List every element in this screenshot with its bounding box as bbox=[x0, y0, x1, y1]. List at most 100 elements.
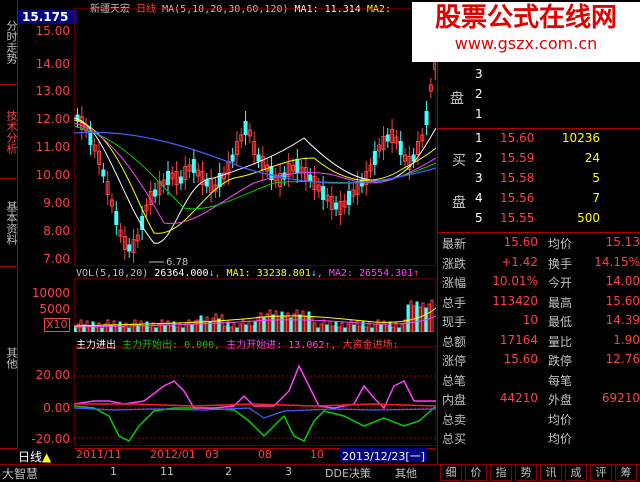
quote-label: 现手 bbox=[442, 315, 467, 329]
quote-label: 内盘 bbox=[442, 393, 467, 407]
volume-bar bbox=[421, 302, 425, 332]
buy-row-no: 1 bbox=[475, 131, 483, 145]
right-tab[interactable]: 筹 bbox=[615, 464, 637, 481]
price-axis-label: 14.00 bbox=[35, 57, 70, 71]
volume-bar bbox=[100, 327, 104, 332]
bottom-tab-other[interactable]: 其他 bbox=[395, 465, 417, 481]
quote-value: 44210 bbox=[499, 391, 538, 405]
volume-bar bbox=[280, 311, 284, 332]
tab-other[interactable]: 其他 bbox=[0, 268, 18, 449]
right-tab[interactable]: 指 bbox=[490, 464, 512, 481]
candle-body bbox=[127, 244, 132, 252]
quote-label: 总买 bbox=[442, 432, 467, 446]
volume-bar bbox=[148, 326, 152, 332]
quote-value: 1.90 bbox=[613, 332, 640, 347]
candle-body bbox=[204, 179, 209, 187]
volume-bar bbox=[328, 320, 332, 332]
price-axis-label: 8.00 bbox=[43, 224, 70, 238]
right-tab[interactable]: 价 bbox=[465, 464, 487, 481]
volume-bar bbox=[94, 326, 98, 332]
candle-body bbox=[321, 186, 326, 200]
volume-chart[interactable] bbox=[74, 278, 436, 332]
volume-bar bbox=[226, 321, 230, 332]
volume-bar bbox=[292, 313, 296, 332]
tab-basic-info[interactable]: 基本资料 bbox=[0, 180, 18, 267]
candle-body bbox=[178, 176, 183, 184]
ind-axis-0: 0.00 bbox=[43, 401, 70, 415]
volume-bar bbox=[310, 316, 314, 332]
bottom-tab-dde[interactable]: DDE决策 bbox=[325, 465, 371, 481]
volume-bar bbox=[427, 303, 431, 332]
indicator-chart[interactable] bbox=[74, 346, 436, 446]
quote-label: 每笔 bbox=[548, 373, 573, 388]
quote-value: 15.60 bbox=[503, 352, 538, 366]
price-axis-label: 7.00 bbox=[43, 252, 70, 266]
quote-label: 总卖 bbox=[442, 412, 467, 427]
tab-intraday[interactable]: 分时走势 bbox=[0, 0, 18, 85]
volume-bar bbox=[181, 327, 185, 332]
vol-axis-10000: 10000 bbox=[31, 286, 70, 300]
volume-bar bbox=[76, 323, 80, 332]
volume-bar bbox=[160, 319, 164, 332]
buy-row-price: 15.56 bbox=[500, 191, 535, 205]
quote-value bbox=[572, 430, 640, 450]
tab-technical-analysis[interactable]: 技术分析 bbox=[0, 86, 18, 179]
volume-bar bbox=[430, 299, 434, 332]
price-axis-label: 10.00 bbox=[35, 168, 70, 182]
right-tab[interactable]: 讯 bbox=[540, 464, 562, 481]
right-tab[interactable]: 评 bbox=[590, 464, 612, 481]
volume-bar bbox=[388, 321, 392, 332]
volume-bar bbox=[175, 326, 179, 332]
right-tab[interactable]: 势 bbox=[515, 464, 537, 481]
bottom-tab-2[interactable]: 2 bbox=[225, 465, 232, 478]
candle-body bbox=[153, 189, 158, 197]
vol-scale-badge: X10 bbox=[44, 318, 70, 332]
volume-bar bbox=[184, 323, 188, 332]
bottom-tab-1[interactable]: 1 bbox=[110, 465, 117, 478]
volume-bar bbox=[313, 322, 317, 332]
quote-label: 涨幅 bbox=[442, 276, 467, 290]
candle-body bbox=[334, 202, 339, 210]
quote-value: 69210 bbox=[601, 391, 640, 405]
volume-bar bbox=[205, 316, 209, 332]
sell-label: 盘 bbox=[450, 91, 464, 107]
bottom-tab-3[interactable]: 3 bbox=[285, 465, 292, 478]
volume-bar bbox=[154, 327, 158, 332]
volume-bar bbox=[397, 327, 401, 332]
volume-bar bbox=[367, 322, 371, 332]
quote-label: 总手 bbox=[442, 295, 467, 310]
quote-value: 113420 bbox=[492, 293, 538, 308]
bottom-tab-11[interactable]: 11 bbox=[160, 465, 174, 478]
buy-label-bottom: 盘 bbox=[452, 195, 466, 211]
right-tab[interactable]: 成 bbox=[565, 464, 587, 481]
watermark-title: 股票公式在线网 bbox=[434, 3, 617, 33]
volume-bar bbox=[259, 312, 263, 332]
candle-body bbox=[424, 111, 429, 125]
candlestick-chart[interactable]: 6.78 bbox=[74, 8, 436, 266]
app-logo: 大智慧 bbox=[2, 467, 39, 481]
vol-axis-5000: 5000 bbox=[39, 302, 70, 316]
quote-value: 12.76 bbox=[605, 352, 640, 366]
price-axis-label: 15.00 bbox=[35, 24, 70, 38]
period-selector[interactable]: 日线▲ bbox=[18, 448, 51, 465]
quote-label: 最低 bbox=[548, 315, 573, 329]
triangle-up-icon: ▲ bbox=[42, 450, 52, 464]
volume-bar bbox=[166, 320, 170, 332]
volume-bar bbox=[331, 325, 335, 332]
volume-bar bbox=[400, 323, 404, 332]
volume-bar bbox=[163, 324, 167, 332]
volume-bar bbox=[340, 322, 344, 332]
volume-bar bbox=[391, 326, 395, 332]
buy-row-volume: 10236 bbox=[561, 131, 600, 145]
volume-bar bbox=[415, 301, 419, 332]
volume-bar bbox=[97, 322, 101, 332]
quote-value bbox=[470, 372, 538, 392]
volume-bar bbox=[301, 310, 305, 332]
volume-bar bbox=[115, 325, 119, 332]
right-tab[interactable]: 细 bbox=[440, 464, 462, 481]
candle-body bbox=[372, 151, 377, 165]
volume-bar bbox=[223, 325, 227, 332]
indicator-green-line bbox=[74, 405, 436, 443]
quote-value: 14.00 bbox=[605, 274, 640, 288]
buy-row-price: 15.55 bbox=[500, 211, 535, 225]
